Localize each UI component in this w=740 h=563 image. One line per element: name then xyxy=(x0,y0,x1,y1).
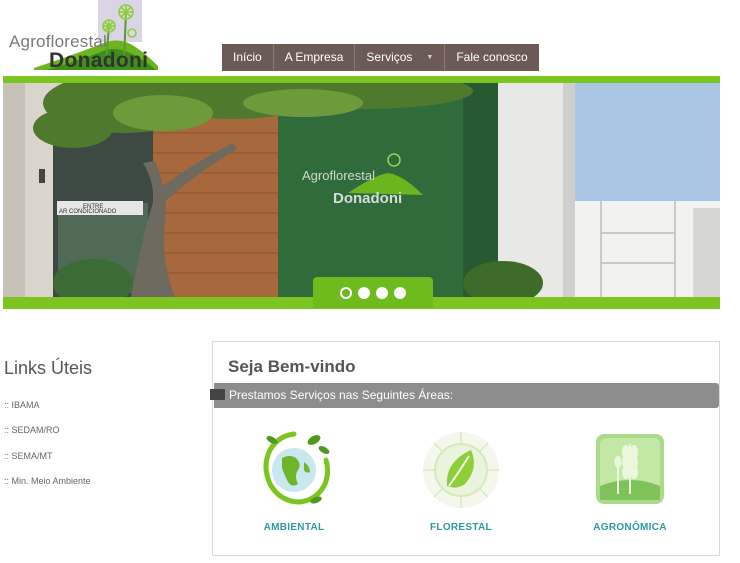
services-heading-bar: Prestamos Serviços nas Seguintes Áreas: xyxy=(210,383,719,408)
nav-item-label: Serviços xyxy=(366,50,413,64)
caret-down-icon: ▼ xyxy=(426,54,434,61)
service-ambiental[interactable]: AMBIENTAL xyxy=(229,428,359,533)
nav-item-label: Início xyxy=(233,50,262,64)
logo-text-main: Donadoni xyxy=(49,49,149,72)
wheat-icon xyxy=(596,434,664,504)
banner-slideshow[interactable]: Agroflorestal Donadoni ENTRE AR CONDICIO… xyxy=(3,83,720,297)
link-min-meio-ambiente[interactable]: :: Min. Meio Ambiente xyxy=(4,476,91,501)
slider-pagination xyxy=(313,277,433,308)
banner-sign-text-main: Donadoni xyxy=(333,190,402,207)
nav-item-servicos[interactable]: Serviços ▼ xyxy=(355,44,446,71)
nav-item-label: A Empresa xyxy=(284,50,344,64)
leaf-icon xyxy=(423,432,499,508)
slider-dot-1[interactable] xyxy=(340,286,352,299)
site-logo[interactable]: Agroflorestal Donadoni xyxy=(6,0,166,74)
banner-photo: Agroflorestal Donadoni ENTRE AR CONDICIO… xyxy=(3,83,720,297)
services-heading: Prestamos Serviços nas Seguintes Áreas: xyxy=(229,388,454,402)
main-navigation: Início A Empresa Serviços ▼ Fale conosco xyxy=(222,44,539,71)
link-sedam-ro[interactable]: :: SEDAM/RO xyxy=(4,425,91,450)
service-florestal[interactable]: FLORESTAL xyxy=(396,428,526,533)
slider-dot-2[interactable] xyxy=(358,286,370,299)
service-label-agronomica: AGRONÔMICA xyxy=(593,522,667,533)
service-label-florestal: FLORESTAL xyxy=(430,522,492,533)
slider-dot-3[interactable] xyxy=(376,286,388,299)
nav-item-a-empresa[interactable]: A Empresa xyxy=(274,44,356,71)
banner-top-bar xyxy=(3,76,720,83)
links-uteis-list: :: IBAMA :: SEDAM/RO :: SEMA/MT :: Min. … xyxy=(4,400,91,501)
link-ibama[interactable]: :: IBAMA xyxy=(4,400,91,425)
nav-item-inicio[interactable]: Início xyxy=(222,44,274,71)
service-label-ambiental: AMBIENTAL xyxy=(263,522,325,533)
banner-sign-text-top: Agroflorestal xyxy=(302,168,375,183)
banner-sticker-text: AR CONDICIONADO xyxy=(59,209,117,215)
links-uteis-title: Links Úteis xyxy=(4,358,93,378)
globe-leaves-icon xyxy=(263,431,331,505)
welcome-title: Seja Bem-vindo xyxy=(228,357,356,376)
slider-dot-4[interactable] xyxy=(394,286,406,299)
bar-notch xyxy=(210,389,225,400)
welcome-panel: Seja Bem-vindo Prestamos Serviços nas Se… xyxy=(210,341,720,556)
link-sema-mt[interactable]: :: SEMA/MT xyxy=(4,451,91,476)
service-agronomica[interactable]: AGRONÔMICA xyxy=(565,428,695,533)
nav-item-label: Fale conosco xyxy=(456,50,528,64)
nav-item-fale-conosco[interactable]: Fale conosco xyxy=(445,44,538,71)
